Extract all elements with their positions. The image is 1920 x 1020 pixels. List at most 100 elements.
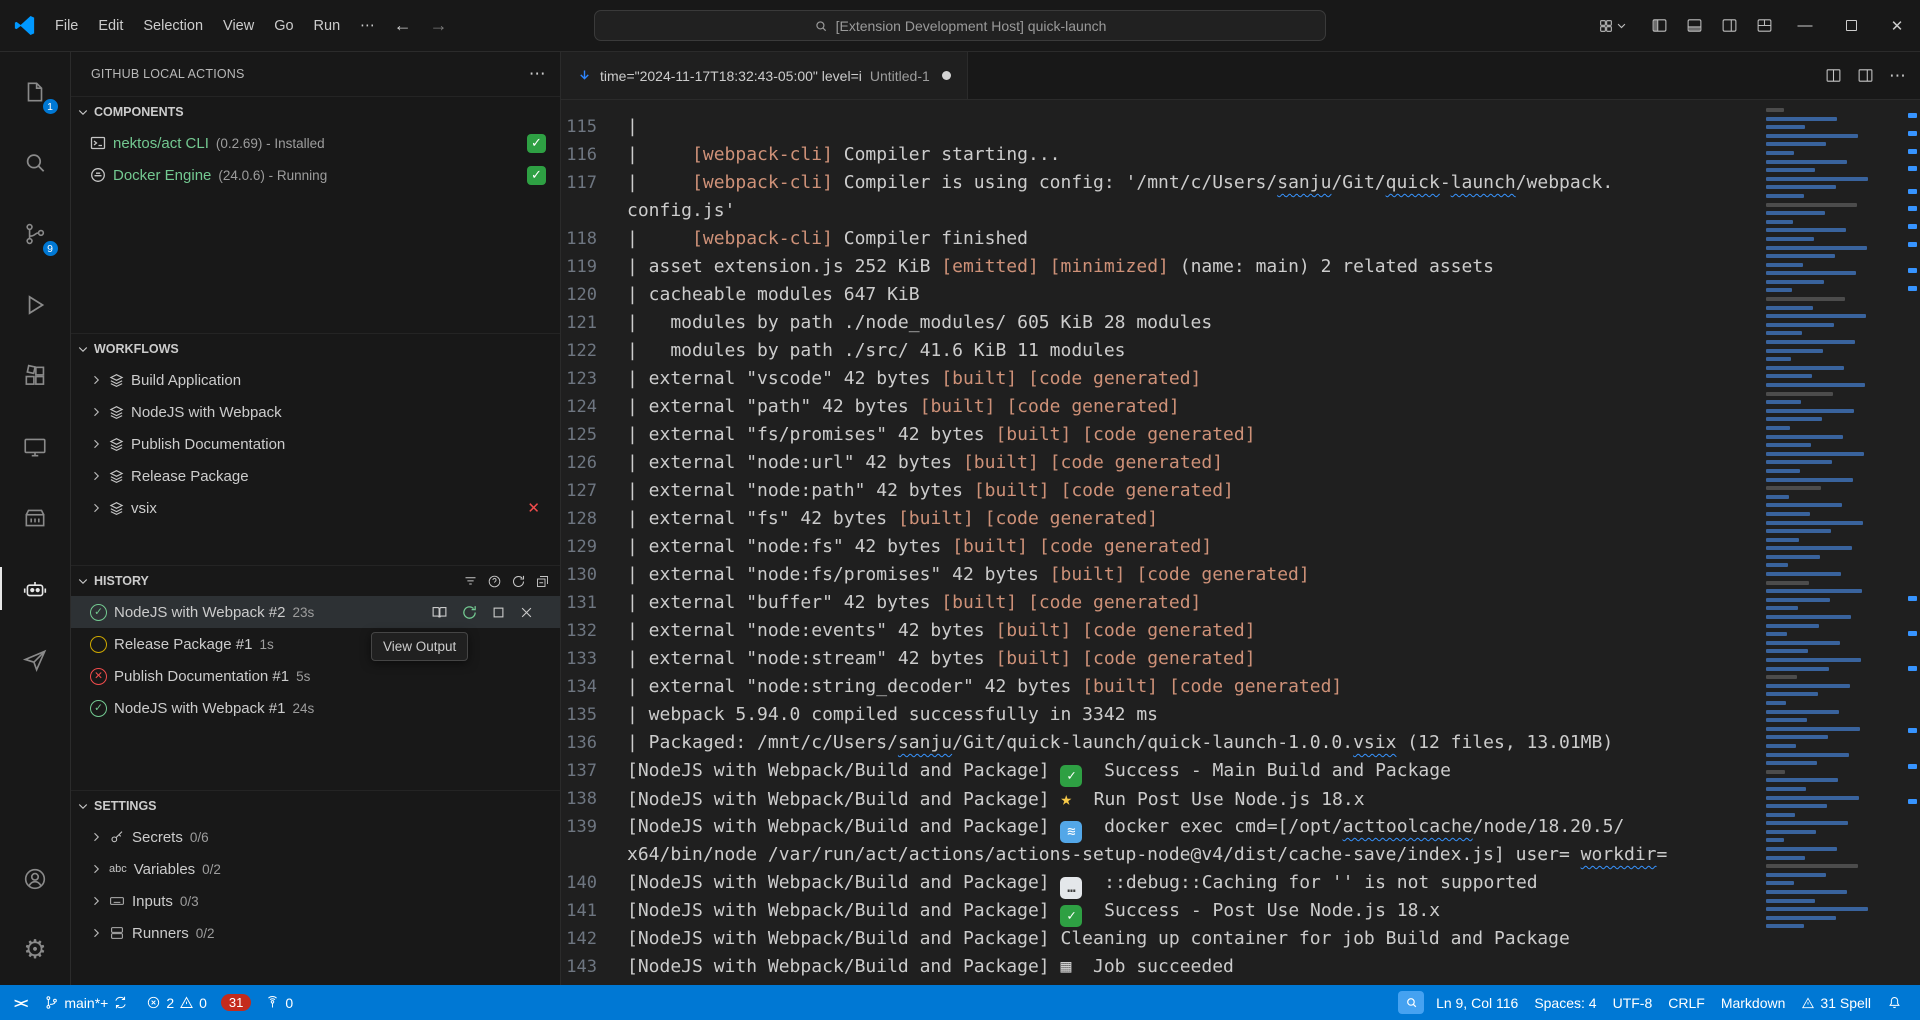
activity-extensions[interactable] bbox=[0, 340, 71, 411]
code-line[interactable]: 115| bbox=[561, 113, 1744, 141]
setting-item[interactable]: Variables 0/2 bbox=[71, 853, 560, 885]
sidebar-more-actions-icon[interactable]: ⋯ bbox=[529, 64, 546, 84]
modified-dot-icon[interactable] bbox=[942, 71, 951, 80]
code-line[interactable]: 127| external "node:path" 42 bytes [buil… bbox=[561, 477, 1744, 505]
stop-icon[interactable] bbox=[491, 605, 506, 620]
activity-explorer[interactable]: 1 bbox=[0, 56, 71, 127]
activity-remote-explorer[interactable] bbox=[0, 411, 71, 482]
spell-error-badge[interactable]: 31 bbox=[221, 994, 251, 1011]
more-menus-button[interactable]: ⋯ bbox=[350, 13, 385, 39]
activity-containers[interactable] bbox=[0, 482, 71, 553]
close-button[interactable]: ✕ bbox=[1874, 0, 1920, 51]
settings-gear-icon[interactable] bbox=[0, 914, 71, 985]
activity-search[interactable] bbox=[0, 127, 71, 198]
toggle-sidebar-icon[interactable] bbox=[1642, 17, 1677, 34]
menu-file[interactable]: File bbox=[45, 13, 88, 39]
code-line[interactable]: 138[NodeJS with Webpack/Build and Packag… bbox=[561, 785, 1744, 813]
code-line[interactable]: 130| external "node:fs/promises" 42 byte… bbox=[561, 561, 1744, 589]
activity-github-local-actions[interactable] bbox=[0, 553, 71, 624]
code-line[interactable]: 132| external "node:events" 42 bytes [bu… bbox=[561, 617, 1744, 645]
code-line[interactable]: 129| external "node:fs" 42 bytes [built]… bbox=[561, 533, 1744, 561]
workflow-error-icon[interactable] bbox=[527, 499, 540, 517]
toggle-secondary-sidebar-icon[interactable] bbox=[1712, 17, 1747, 34]
indentation[interactable]: Spaces: 4 bbox=[1526, 995, 1604, 1011]
component-item[interactable]: Docker Engine (24.0.6) - Running bbox=[71, 159, 560, 191]
history-item[interactable]: NodeJS with Webpack #1 24s bbox=[71, 692, 560, 724]
help-icon[interactable] bbox=[487, 574, 502, 589]
code-line[interactable]: x64/bin/node /var/run/act/actions/action… bbox=[561, 841, 1744, 869]
setting-item[interactable]: Secrets 0/6 bbox=[71, 821, 560, 853]
history-header[interactable]: HISTORY bbox=[71, 566, 560, 596]
code-line[interactable]: 133| external "node:stream" 42 bytes [bu… bbox=[561, 645, 1744, 673]
account-icon[interactable] bbox=[0, 843, 71, 914]
dismiss-icon[interactable] bbox=[519, 605, 534, 620]
overview-ruler[interactable] bbox=[1904, 100, 1920, 985]
code-line[interactable]: 139[NodeJS with Webpack/Build and Packag… bbox=[561, 813, 1744, 841]
toggle-panel-icon[interactable] bbox=[1677, 17, 1712, 34]
view-output-icon[interactable] bbox=[431, 604, 448, 621]
workflow-item[interactable]: vsix bbox=[71, 492, 560, 524]
workflow-item[interactable]: Build Application bbox=[71, 364, 560, 396]
code-line[interactable]: 135| webpack 5.94.0 compiled successfull… bbox=[561, 701, 1744, 729]
component-ok-checkbox[interactable] bbox=[527, 134, 546, 153]
history-item[interactable]: Publish Documentation #1 5s bbox=[71, 660, 560, 692]
code-line[interactable]: 117| [webpack-cli] Compiler is using con… bbox=[561, 169, 1744, 197]
code-line[interactable]: config.js' bbox=[561, 197, 1744, 225]
encoding[interactable]: UTF-8 bbox=[1605, 995, 1661, 1011]
maximize-button[interactable] bbox=[1828, 0, 1874, 51]
code-line[interactable]: 142[NodeJS with Webpack/Build and Packag… bbox=[561, 925, 1744, 953]
open-changes-icon[interactable] bbox=[1825, 67, 1842, 84]
restart-icon[interactable] bbox=[461, 604, 478, 621]
profile-grid-icon[interactable] bbox=[1589, 18, 1636, 34]
menu-edit[interactable]: Edit bbox=[88, 13, 133, 39]
minimize-button[interactable]: — bbox=[1782, 0, 1828, 51]
nav-back-icon[interactable]: ← bbox=[385, 15, 421, 36]
component-item[interactable]: nektos/act CLI (0.2.69) - Installed bbox=[71, 127, 560, 159]
code-line[interactable]: 119| asset extension.js 252 KiB [emitted… bbox=[561, 253, 1744, 281]
code-line[interactable]: 126| external "node:url" 42 bytes [built… bbox=[561, 449, 1744, 477]
components-header[interactable]: COMPONENTS bbox=[71, 97, 560, 127]
remote-indicator[interactable]: >< bbox=[10, 985, 34, 1020]
code-line[interactable]: 128| external "fs" 42 bytes [built] [cod… bbox=[561, 505, 1744, 533]
filter-icon[interactable] bbox=[463, 574, 478, 589]
activity-paper-plane[interactable] bbox=[0, 624, 71, 695]
ports-item[interactable]: 0 bbox=[257, 985, 301, 1020]
activity-source-control[interactable]: 9 bbox=[0, 198, 71, 269]
command-center-search[interactable]: [Extension Development Host] quick-launc… bbox=[594, 10, 1326, 41]
settings-header[interactable]: SETTINGS bbox=[71, 791, 560, 821]
code-line[interactable]: 124| external "path" 42 bytes [built] [c… bbox=[561, 393, 1744, 421]
code-line[interactable]: 131| external "buffer" 42 bytes [built] … bbox=[561, 589, 1744, 617]
tab-untitled-1[interactable]: time="2024-11-17T18:32:43-05:00" level=i… bbox=[561, 52, 968, 99]
eol-sequence[interactable]: CRLF bbox=[1660, 995, 1713, 1011]
workflows-header[interactable]: WORKFLOWS bbox=[71, 334, 560, 364]
split-editor-icon[interactable] bbox=[1857, 67, 1874, 84]
editor-code[interactable]: 115|116| [webpack-cli] Compiler starting… bbox=[561, 100, 1744, 985]
zoom-status-icon[interactable] bbox=[1398, 991, 1424, 1014]
cursor-position[interactable]: Ln 9, Col 116 bbox=[1428, 995, 1526, 1011]
menu-go[interactable]: Go bbox=[264, 13, 303, 39]
workflow-item[interactable]: NodeJS with Webpack bbox=[71, 396, 560, 428]
code-line[interactable]: 118| [webpack-cli] Compiler finished bbox=[561, 225, 1744, 253]
refresh-icon[interactable] bbox=[511, 574, 526, 589]
code-line[interactable]: 122| modules by path ./src/ 41.6 KiB 11 … bbox=[561, 337, 1744, 365]
workflow-item[interactable]: Publish Documentation bbox=[71, 428, 560, 460]
code-line[interactable]: 121| modules by path ./node_modules/ 605… bbox=[561, 309, 1744, 337]
collapse-all-icon[interactable] bbox=[535, 574, 550, 589]
code-line[interactable]: 123| external "vscode" 42 bytes [built] … bbox=[561, 365, 1744, 393]
menu-run[interactable]: Run bbox=[304, 13, 351, 39]
language-mode[interactable]: Markdown bbox=[1713, 995, 1794, 1011]
component-ok-checkbox[interactable] bbox=[527, 166, 546, 185]
setting-item[interactable]: Runners 0/2 bbox=[71, 917, 560, 949]
workflow-item[interactable]: Release Package bbox=[71, 460, 560, 492]
code-line[interactable]: 137[NodeJS with Webpack/Build and Packag… bbox=[561, 757, 1744, 785]
code-line[interactable]: 140[NodeJS with Webpack/Build and Packag… bbox=[561, 869, 1744, 897]
code-line[interactable]: 120| cacheable modules 647 KiB bbox=[561, 281, 1744, 309]
more-actions-icon[interactable]: ⋯ bbox=[1889, 66, 1906, 86]
history-item[interactable]: NodeJS with Webpack #2 23s bbox=[71, 596, 560, 628]
code-line[interactable]: 136| Packaged: /mnt/c/Users/sanju/Git/qu… bbox=[561, 729, 1744, 757]
code-line[interactable]: 116| [webpack-cli] Compiler starting... bbox=[561, 141, 1744, 169]
activity-run-debug[interactable] bbox=[0, 269, 71, 340]
minimap[interactable] bbox=[1760, 100, 1874, 985]
notifications-bell-icon[interactable] bbox=[1879, 995, 1910, 1010]
git-branch-item[interactable]: main*+ bbox=[36, 985, 136, 1020]
